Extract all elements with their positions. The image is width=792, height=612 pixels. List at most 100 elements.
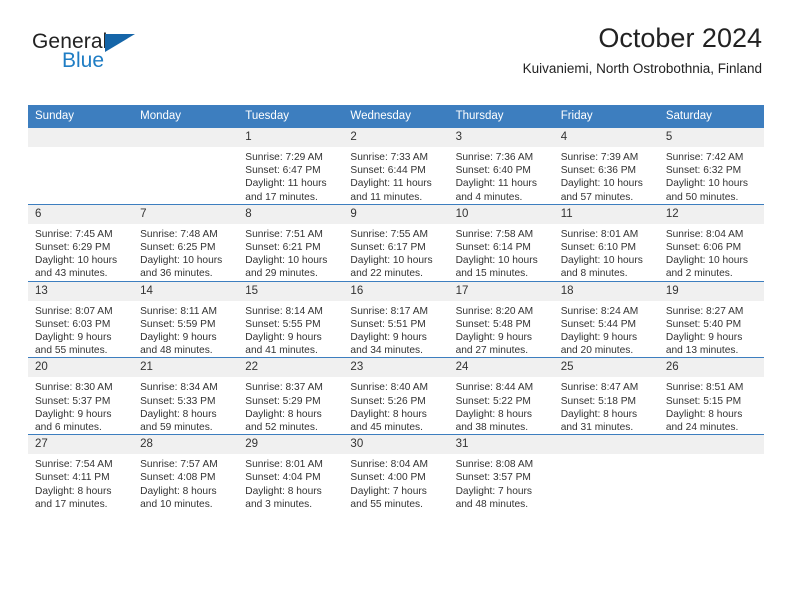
daylight-duration-line2: and 55 minutes. — [350, 498, 423, 510]
calendar-table: Sunday Monday Tuesday Wednesday Thursday… — [28, 105, 764, 512]
sunrise-time: Sunrise: 7:39 AM — [560, 152, 639, 163]
sunset-time: Sunset: 6:03 PM — [35, 318, 111, 330]
calendar-day-cell[interactable]: 27 Sunrise: 7:54 AM Sunset: 4:11 PM Dayligh… — [28, 434, 134, 512]
page-title: October 2024 — [598, 23, 762, 53]
day-details: Sunrise: 8:47 AM Sunset: 5:18 PM Daylight:… — [554, 377, 659, 434]
calendar-week-row: 1 Sunrise: 7:29 AM Sunset: 6:47 PM Daylight… — [28, 127, 764, 205]
sunrise-time: Sunrise: 8:07 AM — [35, 305, 113, 317]
day-number: 18 — [553, 281, 659, 301]
sunset-time: Sunset: 6:29 PM — [35, 242, 111, 254]
sunrise-time: Sunrise: 7:48 AM — [140, 228, 218, 240]
day-number: 29 — [238, 435, 344, 455]
daylight-duration-line1: Daylight: 8 hours — [245, 408, 322, 420]
daylight-duration-line2: and 13 minutes. — [665, 345, 739, 357]
calendar-day-cell[interactable]: 1 Sunrise: 7:29 AM Sunset: 6:47 PM Daylight… — [238, 127, 344, 205]
calendar-day-cell[interactable]: 12 Sunrise: 8:04 AM Sunset: 6:06 PM Dayligh… — [658, 203, 764, 282]
calendar-day-cell[interactable]: 24 Sunrise: 8:44 AM Sunset: 5:22 PM Dayligh… — [448, 357, 554, 435]
calendar-day-cell[interactable]: 31 Sunrise: 8:08 AM Sunset: 3:57 PM Dayligh… — [448, 434, 554, 512]
daylight-duration-line1: Daylight: 9 hours — [665, 332, 743, 344]
daylight-duration-line2: and 31 minutes. — [560, 422, 634, 434]
calendar-day-cell[interactable]: 9 Sunrise: 7:55 AM Sunset: 6:17 PM Daylight… — [343, 203, 449, 282]
daylight-duration-line1: Daylight: 9 hours — [560, 332, 638, 344]
sunset-time: Sunset: 5:51 PM — [350, 318, 426, 330]
calendar-day-cell[interactable]: 7 Sunrise: 7:48 AM Sunset: 6:25 PM Daylight… — [133, 203, 239, 282]
daylight-duration-line2: and 11 minutes. — [350, 191, 423, 203]
day-number: 8 — [238, 204, 344, 224]
day-details: Sunrise: 8:01 AM Sunset: 6:10 PM Daylight:… — [554, 224, 659, 281]
calendar-day-cell[interactable]: 6 Sunrise: 7:45 AM Sunset: 6:29 PM Daylight… — [28, 203, 134, 282]
calendar-day-cell[interactable]: 18 Sunrise: 8:24 AM Sunset: 5:44 PM Dayligh… — [553, 280, 659, 358]
calendar-day-cell[interactable]: 13 Sunrise: 8:07 AM Sunset: 6:03 PM Dayligh… — [28, 280, 134, 358]
calendar-day-cell[interactable]: 2 Sunrise: 7:33 AM Sunset: 6:44 PM Daylight… — [343, 127, 449, 205]
daylight-duration-line1: Daylight: 7 hours — [350, 485, 427, 497]
daylight-duration-line1: Daylight: 9 hours — [35, 332, 112, 344]
daylight-duration-line1: Daylight: 10 hours — [350, 255, 433, 267]
weekday-header-monday: Monday — [133, 105, 239, 128]
calendar-day-cell[interactable]: 23 Sunrise: 8:40 AM Sunset: 5:26 PM Dayligh… — [343, 357, 449, 435]
daylight-duration-line1: Daylight: 9 hours — [35, 408, 112, 420]
calendar-day-cell[interactable]: 19 Sunrise: 8:27 AM Sunset: 5:40 PM Dayligh… — [658, 280, 764, 358]
day-details: Sunrise: 8:04 AM Sunset: 4:00 PM Daylight:… — [343, 454, 448, 511]
calendar-day-cell[interactable]: 5 Sunrise: 7:42 AM Sunset: 6:32 PM Daylight… — [658, 127, 764, 205]
calendar-day-cell[interactable]: 22 Sunrise: 8:37 AM Sunset: 5:29 PM Dayligh… — [238, 357, 344, 435]
daylight-duration-line2: and 3 minutes. — [245, 498, 313, 510]
calendar-day-cell[interactable]: 10 Sunrise: 7:58 AM Sunset: 6:14 PM Dayligh… — [448, 203, 554, 282]
calendar-day-cell[interactable]: 25 Sunrise: 8:47 AM Sunset: 5:18 PM Dayligh… — [553, 357, 659, 435]
day-number: 12 — [658, 204, 764, 224]
sunset-time: Sunset: 6:17 PM — [350, 242, 426, 254]
day-details: Sunrise: 8:27 AM Sunset: 5:40 PM Daylight:… — [659, 301, 764, 358]
sunset-time: Sunset: 5:29 PM — [245, 395, 321, 407]
sunrise-time: Sunrise: 8:37 AM — [245, 382, 323, 394]
sunrise-time: Sunrise: 8:17 AM — [350, 305, 429, 317]
calendar-day-cell[interactable]: 15 Sunrise: 8:14 AM Sunset: 5:55 PM Dayligh… — [238, 280, 344, 358]
sunrise-time: Sunrise: 7:58 AM — [455, 228, 534, 240]
calendar-day-cell[interactable]: 29 Sunrise: 8:01 AM Sunset: 4:04 PM Dayligh… — [238, 434, 344, 512]
day-details: Sunrise: 8:17 AM Sunset: 5:51 PM Daylight:… — [343, 301, 448, 358]
day-details: Sunrise: 8:40 AM Sunset: 5:26 PM Daylight:… — [343, 377, 448, 434]
daylight-duration-line1: Daylight: 8 hours — [665, 408, 743, 420]
calendar-day-cell[interactable]: 14 Sunrise: 8:11 AM Sunset: 5:59 PM Dayligh… — [133, 280, 239, 358]
sunset-time: Sunset: 6:32 PM — [665, 165, 742, 177]
day-number — [553, 435, 659, 455]
day-number: 11 — [553, 204, 659, 224]
calendar-day-cell[interactable]: 11 Sunrise: 8:01 AM Sunset: 6:10 PM Dayligh… — [553, 203, 659, 282]
daylight-duration-line1: Daylight: 8 hours — [455, 408, 533, 420]
calendar-day-cell[interactable]: 3 Sunrise: 7:36 AM Sunset: 6:40 PM Daylight… — [448, 127, 554, 205]
daylight-duration-line2: and 52 minutes. — [245, 422, 318, 434]
day-details: Sunrise: 7:48 AM Sunset: 6:25 PM Daylight:… — [133, 224, 238, 281]
sunrise-time: Sunrise: 8:11 AM — [140, 305, 217, 317]
day-details: Sunrise: 8:08 AM Sunset: 3:57 PM Daylight:… — [449, 454, 554, 511]
sunrise-time: Sunrise: 8:51 AM — [665, 382, 744, 394]
day-number: 22 — [238, 358, 344, 378]
daylight-duration-line2: and 20 minutes. — [560, 345, 634, 357]
calendar-day-cell[interactable]: 20 Sunrise: 8:30 AM Sunset: 5:37 PM Dayligh… — [28, 357, 134, 435]
sunset-time: Sunset: 6:36 PM — [560, 165, 637, 177]
calendar-day-cell-empty — [658, 434, 764, 512]
calendar-day-cell[interactable]: 26 Sunrise: 8:51 AM Sunset: 5:15 PM Dayligh… — [658, 357, 764, 435]
day-number: 10 — [448, 204, 554, 224]
page-subtitle: Kuivaniemi, North Ostrobothnia, Finland — [522, 61, 762, 76]
sunrise-time: Sunrise: 7:55 AM — [350, 228, 429, 240]
day-details: Sunrise: 8:11 AM Sunset: 5:59 PM Daylight:… — [133, 301, 238, 358]
calendar-day-cell[interactable]: 16 Sunrise: 8:17 AM Sunset: 5:51 PM Dayligh… — [343, 280, 449, 358]
day-number: 19 — [658, 281, 764, 301]
day-number: 17 — [448, 281, 554, 301]
calendar-day-cell[interactable]: 17 Sunrise: 8:20 AM Sunset: 5:48 PM Dayligh… — [448, 280, 554, 358]
daylight-duration-line1: Daylight: 10 hours — [560, 178, 643, 190]
calendar-day-cell[interactable]: 8 Sunrise: 7:51 AM Sunset: 6:21 PM Daylight… — [238, 203, 344, 282]
sunrise-time: Sunrise: 8:30 AM — [35, 382, 113, 394]
calendar-day-cell[interactable]: 30 Sunrise: 8:04 AM Sunset: 4:00 PM Dayligh… — [343, 434, 449, 512]
day-details: Sunrise: 8:34 AM Sunset: 5:33 PM Daylight:… — [133, 377, 238, 434]
generalblue-logo[interactable]: General Blue — [32, 30, 182, 78]
calendar-day-cell[interactable]: 21 Sunrise: 8:34 AM Sunset: 5:33 PM Dayligh… — [133, 357, 239, 435]
sunrise-time: Sunrise: 8:01 AM — [245, 459, 323, 471]
calendar-day-cell[interactable]: 4 Sunrise: 7:39 AM Sunset: 6:36 PM Daylight… — [553, 127, 659, 205]
calendar-week-row: 6 Sunrise: 7:45 AM Sunset: 6:29 PM Daylight… — [28, 203, 764, 282]
calendar-header-row: Sunday Monday Tuesday Wednesday Thursday… — [28, 105, 764, 128]
daylight-duration-line1: Daylight: 10 hours — [665, 255, 748, 267]
day-details: Sunrise: 7:57 AM Sunset: 4:08 PM Daylight:… — [133, 454, 238, 511]
sunrise-time: Sunrise: 8:08 AM — [455, 459, 534, 471]
sunset-time: Sunset: 6:06 PM — [665, 242, 742, 254]
calendar-day-cell[interactable]: 28 Sunrise: 7:57 AM Sunset: 4:08 PM Dayligh… — [133, 434, 239, 512]
daylight-duration-line1: Daylight: 8 hours — [245, 485, 322, 497]
